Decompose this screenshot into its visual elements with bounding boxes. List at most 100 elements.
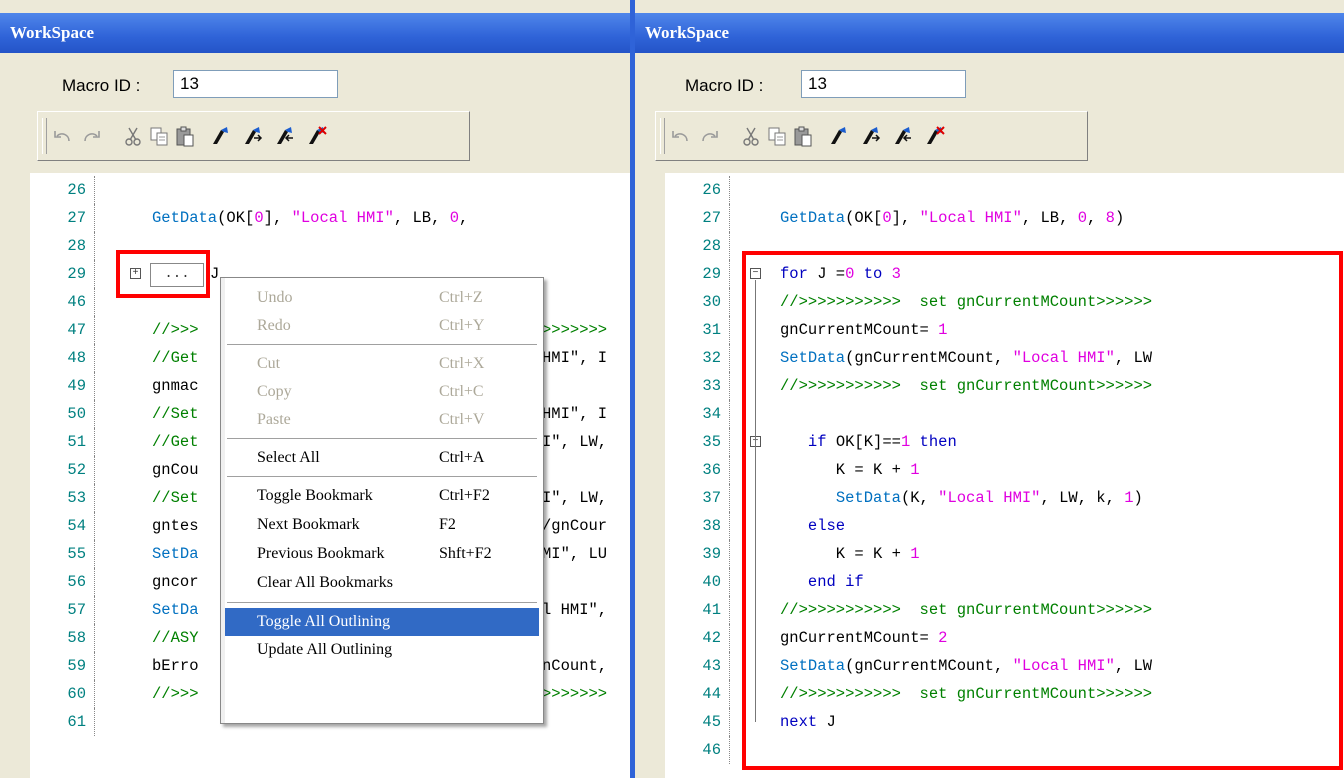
editor-toolbar [37,111,470,161]
line-number: 54 [67,517,86,535]
paste-button[interactable] [790,122,816,150]
code-editor[interactable]: 26 27 GetData(OK[0], "Local HMI", LB, 0, 8… [635,173,1344,778]
menu-item-label: Clear All Bookmarks [257,574,393,591]
code-token: else [807,517,846,535]
collapsed-code-block[interactable]: ... [150,263,204,287]
clear-bookmarks-button[interactable] [304,122,330,150]
expand-outline-icon[interactable]: + [130,268,141,279]
code-token: //>>>>>>>>>>> set gnCurrentMCount>>>>>> [780,377,1153,395]
line-number: 28 [67,237,86,255]
toggle-bookmark-button[interactable] [826,122,852,150]
redo-button[interactable] [696,122,722,150]
menu-item-previous-bookmark[interactable]: Previous Bookmark Shft+F2 [225,540,539,568]
outline-guide-if [755,448,756,582]
menu-item-toggle-all-outlining[interactable]: Toggle All Outlining [225,608,539,636]
code-token: J = [807,265,846,283]
redo-button[interactable] [78,122,104,150]
copy-button[interactable] [146,122,172,150]
toggle-bookmark-button[interactable] [208,122,234,150]
code-text-partial: nCount, [542,657,608,675]
code-line: 41 //>>>>>>>>>>> set gnCurrentMCount>>>>>… [635,596,1344,624]
code-token: end if [807,573,864,591]
gutter-divider [729,176,730,204]
menu-item-clear-all-bookmarks[interactable]: Clear All Bookmarks [225,569,539,597]
next-bookmark-button[interactable] [858,122,884,150]
toolbar-grip[interactable] [42,118,47,154]
macro-id-input[interactable] [173,70,338,98]
code-token: ], [891,209,920,227]
code-text: gncor [152,573,199,591]
code-token: if [807,433,827,451]
menu-item-shortcut: F2 [439,516,456,533]
cut-button[interactable] [120,122,146,150]
code-token: (OK[ [845,209,883,227]
code-text: J [210,265,220,283]
workspace-title: WorkSpace [635,13,1344,53]
line-number: 50 [67,405,86,423]
previous-bookmark-button[interactable] [890,122,916,150]
menu-separator [227,344,537,346]
code-token: 2 [938,629,948,647]
menu-item-select-all[interactable]: Select All Ctrl+A [225,444,539,472]
code-text: SetData(K, "Local HMI", LW, k, 1) [780,484,1143,512]
code-text: //>>>>>>>>>>> set gnCurrentMCount>>>>>> [780,372,1152,400]
code-line: 36 K = K + 1 [635,456,1344,484]
menu-item-toggle-bookmark[interactable]: Toggle Bookmark Ctrl+F2 [225,482,539,510]
left-workspace-panel: WorkSpace Macro ID : 26 27 GetData(OK[0], … [0,0,630,778]
line-number: 55 [67,545,86,563]
code-text: K = K + 1 [780,540,920,568]
gutter-divider [94,176,95,204]
line-number: 26 [702,181,721,199]
code-token: 8 [1105,209,1115,227]
code-line: 39 K = K + 1 [635,540,1344,568]
line-number: 49 [67,377,86,395]
line-number: 34 [702,405,721,423]
code-token: , LB, [1021,209,1078,227]
undo-button[interactable] [668,122,694,150]
cut-button[interactable] [738,122,764,150]
clear-bookmarks-button[interactable] [922,122,948,150]
code-line: 33 //>>>>>>>>>>> set gnCurrentMCount>>>>>… [635,372,1344,400]
code-token: SetData [780,349,846,367]
context-menu: Undo Ctrl+Z Redo Ctrl+Y Cut Ctrl+X Copy Ctrl+C P… [220,277,544,724]
gutter-divider [94,428,95,456]
gutter-divider [729,316,730,344]
macro-id-input[interactable] [801,70,966,98]
menu-item-next-bookmark[interactable]: Next Bookmark F2 [225,511,539,539]
code-line: 29 − for J =0 to 3 [635,260,1344,288]
code-token: , [1087,209,1106,227]
code-text-partial: I", LW, [542,433,608,451]
code-token: //>>>>>>>>>>> set gnCurrentMCount>>>>>> [780,293,1153,311]
menu-item-cut: Cut Ctrl+X [225,350,539,378]
gutter-divider [94,680,95,708]
code-text: //>>> [152,685,199,703]
code-text-partial: HMI", I [542,405,608,423]
next-bookmark-button[interactable] [240,122,266,150]
line-number: 48 [67,349,86,367]
undo-button[interactable] [50,122,76,150]
gutter-divider [94,540,95,568]
code-text: gnCurrentMCount= 1 [780,316,947,344]
line-number: 29 [67,265,86,283]
code-text: gnCurrentMCount= 2 [780,624,947,652]
toolbar-grip[interactable] [660,118,665,154]
editor-toolbar [655,111,1088,161]
code-token: K = K + [780,545,911,563]
collapse-outline-icon[interactable]: − [750,268,761,279]
code-token: to [854,265,892,283]
code-line: 42 gnCurrentMCount= 2 [635,624,1344,652]
menu-item-shortcut: Ctrl+F2 [439,487,490,504]
menu-item-update-all-outlining[interactable]: Update All Outlining [225,636,539,664]
menu-item-paste: Paste Ctrl+V [225,406,539,434]
paste-button[interactable] [172,122,198,150]
copy-icon [150,127,168,146]
menu-item-label: Next Bookmark [257,516,360,533]
line-number: 53 [67,489,86,507]
menu-item-label: Select All [257,449,320,466]
copy-button[interactable] [764,122,790,150]
toggle-bookmark-icon [831,127,846,144]
previous-bookmark-button[interactable] [272,122,298,150]
line-number: 46 [702,741,721,759]
